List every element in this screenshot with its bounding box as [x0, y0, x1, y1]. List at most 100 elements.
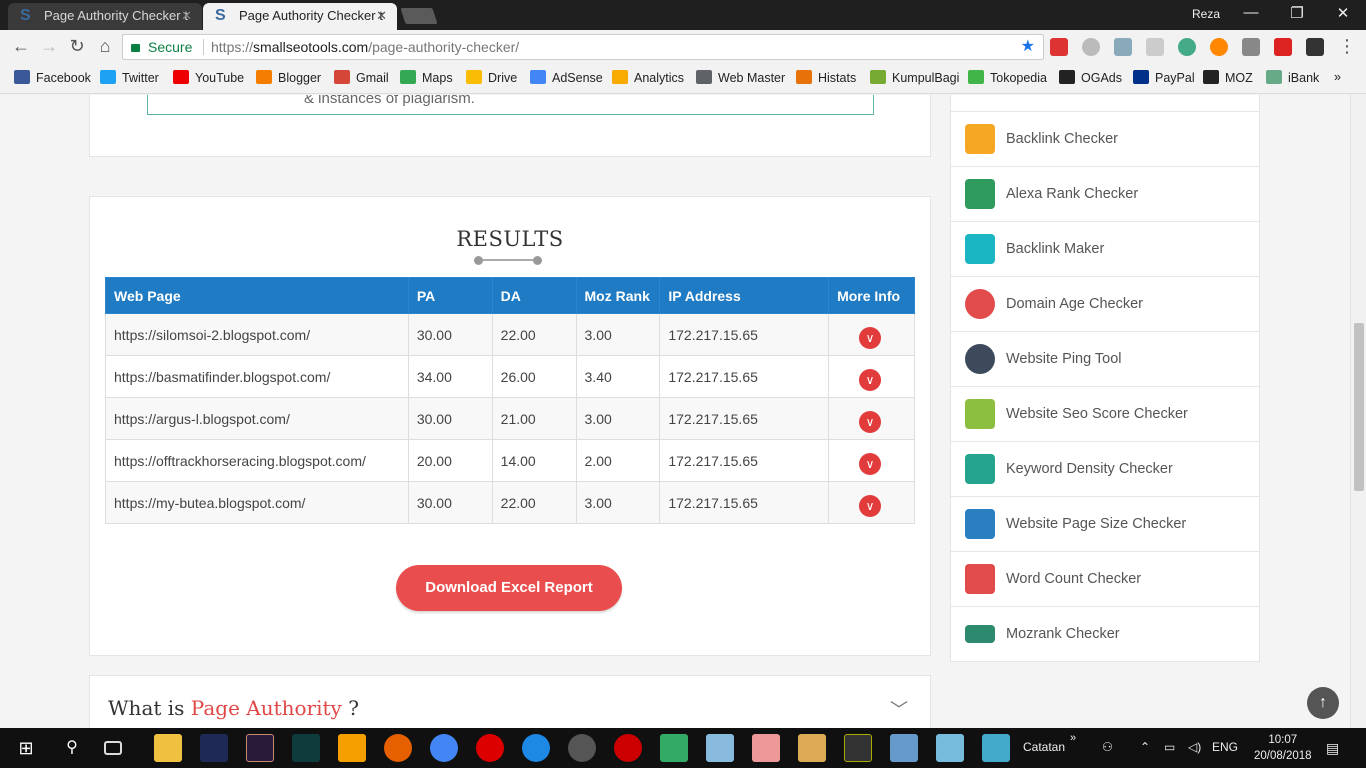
extension-icon[interactable] — [1242, 38, 1260, 56]
bookmark-youtube[interactable]: YouTube — [173, 70, 244, 85]
search-icon[interactable]: ⚲ — [58, 734, 86, 762]
bookmark-twitter[interactable]: Twitter — [100, 70, 159, 85]
download-excel-button[interactable]: Download Excel Report — [396, 565, 622, 611]
photoshop-icon[interactable] — [200, 734, 228, 762]
language-indicator[interactable]: ENG — [1212, 740, 1238, 754]
video-icon[interactable] — [568, 734, 596, 762]
home-icon[interactable]: ⌂ — [94, 36, 116, 57]
app-icon[interactable] — [660, 734, 688, 762]
tab-page-authority-2[interactable]: S Page Authority Checker t ✕ — [203, 3, 397, 30]
faq-accordion[interactable]: What is Page Authority ? ﹀ — [89, 675, 931, 728]
extension-icon[interactable] — [1274, 38, 1292, 56]
extension-icon[interactable] — [1082, 38, 1100, 56]
extension-icon[interactable] — [1114, 38, 1132, 56]
sidebar-item-alexa-rank-checker[interactable]: Alexa Rank Checker — [951, 166, 1259, 221]
extension-icon[interactable] — [1210, 38, 1228, 56]
sublime-icon[interactable] — [338, 734, 366, 762]
extension-icon[interactable] — [1178, 38, 1196, 56]
tab-page-authority-1[interactable]: S Page Authority Checker t ✕ — [8, 3, 202, 30]
close-icon[interactable]: ✕ — [376, 3, 387, 28]
network-icon[interactable]: ▭ — [1164, 740, 1175, 754]
bookmark-ibank[interactable]: iBank — [1266, 70, 1319, 85]
edge-icon[interactable] — [522, 734, 550, 762]
bookmark-maps[interactable]: Maps — [400, 70, 453, 85]
firefox-icon[interactable] — [384, 734, 412, 762]
sidebar-item-page-size-checker[interactable]: Website Page Size Checker — [951, 496, 1259, 551]
menu-icon[interactable]: ⋮ — [1336, 36, 1358, 57]
column-header: DA — [491, 277, 577, 314]
app-icon[interactable] — [706, 734, 734, 762]
app-icon[interactable] — [844, 734, 872, 762]
chevron-down-icon[interactable]: ﹀ — [890, 696, 908, 722]
task-view-icon[interactable] — [104, 741, 122, 755]
chevron-down-icon[interactable]: ∨ — [859, 452, 882, 475]
sidebar-item-backlink-checker[interactable]: Backlink Checker — [951, 111, 1259, 166]
premiere-icon[interactable] — [246, 734, 274, 762]
file-explorer-icon[interactable] — [154, 734, 182, 762]
chevron-down-icon[interactable]: ∨ — [859, 326, 882, 349]
extension-icon[interactable] — [1050, 38, 1068, 56]
bookmark-histats[interactable]: Histats — [796, 70, 856, 85]
sidebar-item-word-count-checker[interactable]: Word Count Checker — [951, 551, 1259, 606]
scrollbar-thumb[interactable] — [1354, 323, 1364, 491]
bookmark-adsense[interactable]: AdSense — [530, 70, 603, 85]
minimize-icon[interactable]: — — [1228, 4, 1274, 21]
close-window-icon[interactable]: ✕ — [1320, 4, 1366, 22]
extension-icon[interactable] — [1306, 38, 1324, 56]
tray-label[interactable]: Catatan — [1023, 740, 1065, 754]
system-clock[interactable]: 10:07 20/08/2018 — [1254, 732, 1312, 764]
chevron-down-icon[interactable]: ∨ — [859, 368, 882, 391]
sidebar-item-mozrank-checker[interactable]: Mozrank Checker — [951, 606, 1259, 661]
volume-icon[interactable]: ◁) — [1188, 740, 1201, 754]
back-to-top-button[interactable]: ↑ — [1307, 687, 1339, 719]
ip-address-cell: 172.217.15.65 — [659, 481, 830, 524]
back-icon[interactable]: ← — [10, 36, 32, 57]
bookmark-tokopedia[interactable]: Tokopedia — [968, 70, 1047, 85]
bookmark-paypal[interactable]: PayPal — [1133, 70, 1195, 85]
bookmark-drive[interactable]: Drive — [466, 70, 517, 85]
chevron-down-icon[interactable]: ∨ — [859, 410, 882, 433]
bookmark-kumpulbagi[interactable]: KumpulBagi — [870, 70, 959, 85]
windows-start-icon[interactable]: ⊞ — [12, 734, 40, 762]
forward-icon[interactable]: → — [38, 36, 60, 57]
bookmark-blogger[interactable]: Blogger — [256, 70, 321, 85]
bookmark-analytics[interactable]: Analytics — [612, 70, 684, 85]
people-icon[interactable]: ⚇ — [1102, 740, 1113, 754]
notifications-icon[interactable]: ▤ — [1326, 740, 1339, 757]
app-icon[interactable] — [890, 734, 918, 762]
sidebar-item-seo-score-checker[interactable]: Website Seo Score Checker — [951, 386, 1259, 441]
app-icon[interactable] — [936, 734, 964, 762]
bookmark-ogads[interactable]: OGAds — [1059, 70, 1122, 85]
sidebar-item-backlink-maker[interactable]: Backlink Maker — [951, 221, 1259, 276]
chrome-icon[interactable] — [430, 734, 458, 762]
secure-indicator[interactable]: Secure — [131, 35, 192, 59]
url-text[interactable]: https://smallseotools.com/page-authority… — [211, 35, 519, 59]
moz-icon — [1203, 70, 1219, 84]
restore-icon[interactable]: ❐ — [1274, 4, 1320, 22]
record-icon[interactable] — [614, 734, 642, 762]
chevron-down-icon[interactable]: ∨ — [859, 494, 882, 517]
app-icon[interactable] — [982, 734, 1010, 762]
app-icon[interactable] — [752, 734, 780, 762]
bookmark-star-icon[interactable]: ★ — [1021, 35, 1035, 59]
reload-icon[interactable]: ↻ — [66, 36, 88, 57]
opera-icon[interactable] — [476, 734, 504, 762]
bookmark-moz[interactable]: MOZ — [1203, 70, 1253, 85]
bookmark-web-master[interactable]: Web Master — [696, 70, 785, 85]
sidebar-item-domain-age-checker[interactable]: Domain Age Checker — [951, 276, 1259, 331]
profile-name[interactable]: Reza — [1192, 7, 1220, 21]
sidebar-item-keyword-density-checker[interactable]: Keyword Density Checker — [951, 441, 1259, 496]
close-icon[interactable]: ✕ — [181, 3, 192, 28]
show-hidden-icons-icon[interactable]: ⌃ — [1140, 740, 1150, 754]
sidebar-item-website-ping-tool[interactable]: Website Ping Tool — [951, 331, 1259, 386]
address-bar[interactable]: Secure https://smallseotools.com/page-au… — [122, 34, 1044, 60]
more-bookmarks-icon[interactable]: » — [1334, 70, 1341, 84]
app-icon[interactable] — [798, 734, 826, 762]
extension-icon[interactable] — [1146, 38, 1164, 56]
new-tab-button[interactable] — [400, 8, 438, 24]
audition-icon[interactable] — [292, 734, 320, 762]
more-icon[interactable]: » — [1070, 732, 1076, 744]
page-scrollbar[interactable] — [1350, 95, 1366, 728]
bookmark-gmail[interactable]: Gmail — [334, 70, 389, 85]
bookmark-facebook[interactable]: Facebook — [14, 70, 91, 85]
